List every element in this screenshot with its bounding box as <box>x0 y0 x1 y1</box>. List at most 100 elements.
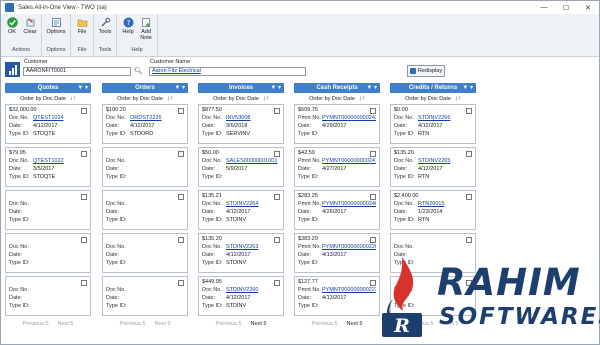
document-number-link[interactable]: INV53008 <box>226 115 280 123</box>
document-number-link[interactable]: STDINV2264 <box>226 201 280 209</box>
card-checkbox[interactable] <box>81 280 87 286</box>
card-checkbox[interactable] <box>274 280 280 286</box>
document-number-link[interactable]: ORDST2226 <box>130 115 184 123</box>
sort-label: Order by Doc Date <box>117 95 163 102</box>
previous-5-button[interactable]: Previous 5 <box>312 321 338 327</box>
filter-icon[interactable]: ▼ ▾ <box>366 84 377 91</box>
document-number-link[interactable]: STDINV2266 <box>418 115 472 123</box>
card-amount: $2,400.00 <box>394 193 419 199</box>
sort-control[interactable]: Order by Doc Date ↓↑ <box>102 93 188 104</box>
document-number-link[interactable]: SALES00000001001 <box>226 158 280 166</box>
document-number-link[interactable]: RTN20015 <box>418 201 472 209</box>
card-checkbox[interactable] <box>274 237 280 243</box>
previous-5-button[interactable]: Previous 5 <box>23 321 49 327</box>
customer-name-link[interactable]: Aaron Fitz Electrical <box>152 68 201 74</box>
card-checkbox[interactable] <box>370 108 376 114</box>
next-5-button[interactable]: Next 5 <box>58 321 74 327</box>
sort-control[interactable]: Order by Doc Date ↓↑ <box>198 93 284 104</box>
document-card: Doc No. Date:Type ID: <box>102 147 188 187</box>
field-label: Doc No. <box>394 114 414 121</box>
column-header[interactable]: Invoices ▼ ▾ <box>198 83 284 93</box>
document-number-link[interactable]: STDINV2263 <box>226 244 280 252</box>
card-checkbox[interactable] <box>370 237 376 243</box>
document-number-link[interactable]: PYMNT000000000240 <box>322 201 376 209</box>
sort-control[interactable]: Order by Doc Date ↓↑ <box>294 93 380 104</box>
next-5-button[interactable]: Next 5 <box>251 321 267 327</box>
card-checkbox[interactable] <box>178 151 184 157</box>
field-value: 5/9/2017 <box>226 166 248 173</box>
add-note-button[interactable]: Add Note <box>137 16 155 41</box>
customer-id-label: Customer <box>24 59 48 65</box>
sort-arrows-icon[interactable]: ↓↑ <box>167 96 173 102</box>
card-checkbox[interactable] <box>178 194 184 200</box>
card-checkbox[interactable] <box>81 194 87 200</box>
minimize-icon[interactable]: — <box>533 1 555 14</box>
sort-arrows-icon[interactable]: ↓↑ <box>455 96 461 102</box>
maximize-icon[interactable]: ☐ <box>555 1 577 14</box>
card-checkbox[interactable] <box>178 237 184 243</box>
column-header[interactable]: Cash Receipts ▼ ▾ <box>294 83 380 93</box>
card-type-row: Type ID: <box>106 174 184 182</box>
card-checkbox[interactable] <box>370 194 376 200</box>
column-header[interactable]: Orders ▼ ▾ <box>102 83 188 93</box>
filter-icon[interactable]: ▼ ▾ <box>462 84 473 91</box>
sort-arrows-icon[interactable]: ↓↑ <box>263 96 269 102</box>
document-number-link[interactable]: QTEST1024 <box>33 115 87 123</box>
field-label: Doc No. <box>202 200 222 207</box>
card-checkbox[interactable] <box>178 108 184 114</box>
document-number-link[interactable]: PYMNT000000000226 <box>322 244 376 252</box>
help-button[interactable]: ? Help <box>119 16 137 35</box>
card-checkbox[interactable] <box>81 151 87 157</box>
field-label: Date: <box>298 295 312 302</box>
next-5-button[interactable]: Next 5 <box>155 321 171 327</box>
previous-5-button[interactable]: Previous 5 <box>120 321 146 327</box>
card-field-row: Doc No. INV53008 <box>202 115 280 123</box>
column-header[interactable]: Credits / Returns ▼ ▾ <box>390 83 476 93</box>
close-icon[interactable]: ✕ <box>577 1 599 14</box>
sort-arrows-icon[interactable]: ↓↑ <box>70 96 76 102</box>
tools-button[interactable]: Tools <box>96 16 114 35</box>
card-amount: $50.00 <box>202 150 219 156</box>
column-header[interactable]: Quotes ▼ ▾ <box>5 83 91 93</box>
card-checkbox[interactable] <box>466 108 472 114</box>
document-number-link[interactable]: PYMNT000000000223 <box>322 287 376 295</box>
card-checkbox[interactable] <box>81 108 87 114</box>
next-5-button[interactable]: Next 5 <box>347 321 363 327</box>
document-number-link[interactable]: QTEST1022 <box>33 158 87 166</box>
filter-icon[interactable]: ▼ ▾ <box>174 84 185 91</box>
card-checkbox[interactable] <box>178 280 184 286</box>
card-checkbox[interactable] <box>274 151 280 157</box>
card-checkbox[interactable] <box>370 151 376 157</box>
customer-name-field[interactable]: Aaron Fitz Electrical <box>149 67 306 76</box>
sort-arrows-icon[interactable]: ↓↑ <box>359 96 365 102</box>
file-button[interactable]: File <box>73 16 91 35</box>
filter-icon[interactable]: ▼ ▾ <box>77 84 88 91</box>
previous-5-button[interactable]: Previous 5 <box>216 321 242 327</box>
document-number-link[interactable]: STDINV2260 <box>226 287 280 295</box>
document-number-link[interactable]: PYMNT000000000243 <box>322 115 376 123</box>
card-checkbox[interactable] <box>466 237 472 243</box>
card-checkbox[interactable] <box>466 151 472 157</box>
card-checkbox[interactable] <box>274 108 280 114</box>
customer-id-field[interactable]: AARONFIT0001 <box>23 67 131 76</box>
card-checkbox[interactable] <box>81 237 87 243</box>
options-button[interactable]: Options <box>44 16 68 35</box>
sort-control[interactable]: Order by Doc Date ↓↑ <box>5 93 91 104</box>
card-type-row: Type ID: <box>298 131 376 139</box>
field-label: Date: <box>106 295 120 302</box>
lookup-icon[interactable]: 🔍︎ <box>134 67 143 75</box>
field-label: Date: <box>9 209 23 216</box>
document-number-link[interactable]: PYMNT000000000241 <box>322 158 376 166</box>
card-amount: $0.00 <box>394 107 408 113</box>
clear-button[interactable]: Clear <box>21 16 39 35</box>
redisplay-button[interactable]: Redisplay <box>407 65 445 77</box>
card-checkbox[interactable] <box>466 194 472 200</box>
card-checkbox[interactable] <box>274 194 280 200</box>
sort-control[interactable]: Order by Doc Date ↓↑ <box>390 93 476 104</box>
card-type-row: Type ID: <box>298 303 376 311</box>
card-amount: $449.95 <box>202 279 222 285</box>
document-number-link[interactable]: STDINV2265 <box>418 158 472 166</box>
ok-button[interactable]: OK <box>3 16 21 35</box>
filter-icon[interactable]: ▼ ▾ <box>270 84 281 91</box>
type-id-label: Type ID: <box>202 174 223 181</box>
